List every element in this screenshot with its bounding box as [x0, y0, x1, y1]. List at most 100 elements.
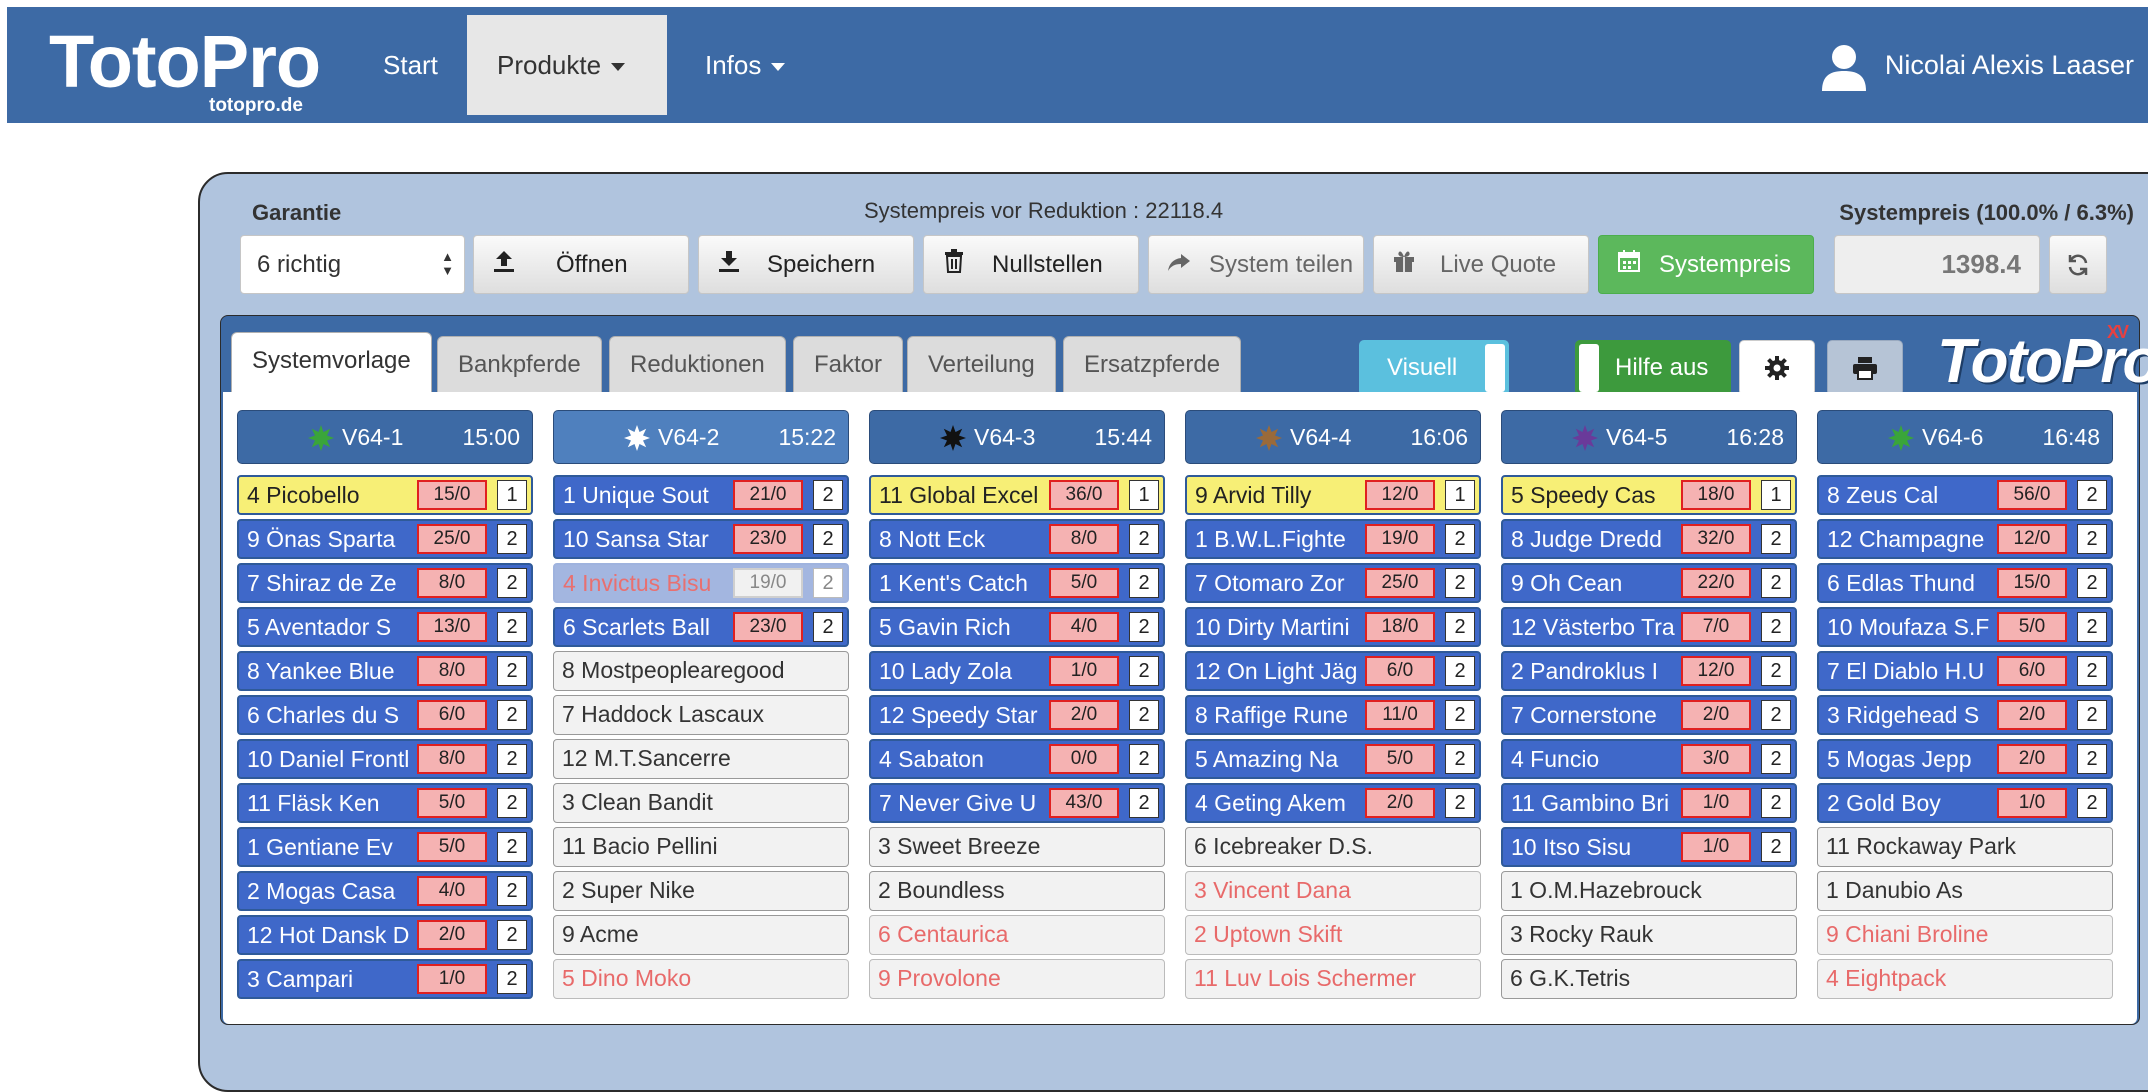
horse-odds[interactable]: 12/0	[1681, 656, 1751, 686]
horse-row[interactable]: 5 Mogas Jepp 2/0 2	[1817, 739, 2113, 779]
horse-row[interactable]: 8 Raffige Rune 11/0 2	[1185, 695, 1481, 735]
horse-pick[interactable]: 2	[813, 612, 843, 642]
garantie-select[interactable]: 6 richtig ▲ ▼	[240, 235, 465, 294]
nav-start[interactable]: Start	[353, 15, 468, 115]
horse-odds[interactable]: 0/0	[1049, 744, 1119, 774]
horse-odds[interactable]: 22/0	[1681, 568, 1751, 598]
horse-row[interactable]: 9 Oh Cean 22/0 2	[1501, 563, 1797, 603]
horse-pick[interactable]: 1	[1761, 480, 1791, 510]
horse-row[interactable]: 4 Sabaton 0/0 2	[869, 739, 1165, 779]
horse-pick[interactable]: 2	[1761, 612, 1791, 642]
horse-pick[interactable]: 2	[2077, 788, 2107, 818]
horse-odds[interactable]: 36/0	[1049, 480, 1119, 510]
horse-pick[interactable]: 2	[497, 832, 527, 862]
horse-odds[interactable]: 2/0	[1997, 700, 2067, 730]
horse-pick[interactable]: 2	[497, 524, 527, 554]
horse-row[interactable]: 9 Chiani Broline	[1817, 915, 2113, 955]
nav-produkte[interactable]: Produkte	[467, 15, 667, 115]
hilfe-toggle[interactable]: Hilfe aus	[1575, 340, 1731, 396]
horse-row[interactable]: 3 Clean Bandit	[553, 783, 849, 823]
horse-row[interactable]: 4 Invictus Bisu 19/0 2	[553, 563, 849, 603]
horse-row[interactable]: 12 Västerbo Tra 7/0 2	[1501, 607, 1797, 647]
horse-pick[interactable]: 2	[1129, 524, 1159, 554]
horse-odds[interactable]: 1/0	[1997, 788, 2067, 818]
horse-pick[interactable]: 2	[813, 480, 843, 510]
horse-odds[interactable]: 5/0	[1365, 744, 1435, 774]
horse-pick[interactable]: 2	[497, 964, 527, 994]
horse-row[interactable]: 8 Mostpeoplearegood	[553, 651, 849, 691]
horse-pick[interactable]: 2	[1445, 788, 1475, 818]
horse-row[interactable]: 10 Moufaza S.F 5/0 2	[1817, 607, 2113, 647]
horse-pick[interactable]: 2	[1761, 832, 1791, 862]
horse-odds[interactable]: 19/0	[1365, 524, 1435, 554]
horse-pick[interactable]: 2	[497, 568, 527, 598]
open-button[interactable]: Öffnen	[473, 235, 689, 294]
horse-row[interactable]: 5 Aventador S 13/0 2	[237, 607, 533, 647]
horse-row[interactable]: 1 Gentiane Ev 5/0 2	[237, 827, 533, 867]
horse-odds[interactable]: 8/0	[417, 744, 487, 774]
horse-odds[interactable]: 25/0	[1365, 568, 1435, 598]
horse-odds[interactable]: 3/0	[1681, 744, 1751, 774]
horse-row[interactable]: 3 Ridgehead S 2/0 2	[1817, 695, 2113, 735]
user-menu[interactable]: Nicolai Alexis Laaser	[1821, 15, 2134, 115]
horse-row[interactable]: 8 Zeus Cal 56/0 2	[1817, 475, 2113, 515]
horse-row[interactable]: 10 Sansa Star 23/0 2	[553, 519, 849, 559]
horse-row[interactable]: 6 Edlas Thund 15/0 2	[1817, 563, 2113, 603]
horse-pick[interactable]: 2	[1129, 788, 1159, 818]
horse-row[interactable]: 5 Dino Moko	[553, 959, 849, 999]
horse-pick[interactable]: 2	[813, 568, 843, 598]
horse-pick[interactable]: 2	[1761, 656, 1791, 686]
tab-bankpferde[interactable]: Bankpferde	[437, 336, 602, 392]
horse-odds[interactable]: 11/0	[1365, 700, 1435, 730]
horse-row[interactable]: 10 Lady Zola 1/0 2	[869, 651, 1165, 691]
horse-row[interactable]: 6 Charles du S 6/0 2	[237, 695, 533, 735]
horse-row[interactable]: 2 Pandroklus I 12/0 2	[1501, 651, 1797, 691]
tab-systemvorlage[interactable]: Systemvorlage	[231, 332, 432, 392]
horse-pick[interactable]: 2	[497, 876, 527, 906]
horse-row[interactable]: 5 Gavin Rich 4/0 2	[869, 607, 1165, 647]
horse-row[interactable]: 7 Haddock Lascaux	[553, 695, 849, 735]
tab-ersatzpferde[interactable]: Ersatzpferde	[1063, 336, 1242, 392]
horse-odds[interactable]: 21/0	[733, 480, 803, 510]
horse-odds[interactable]: 2/0	[1681, 700, 1751, 730]
horse-pick[interactable]: 2	[1761, 788, 1791, 818]
horse-odds[interactable]: 23/0	[733, 524, 803, 554]
horse-row[interactable]: 7 El Diablo H.U 6/0 2	[1817, 651, 2113, 691]
horse-pick[interactable]: 1	[1445, 480, 1475, 510]
horse-row[interactable]: 2 Super Nike	[553, 871, 849, 911]
horse-odds[interactable]: 4/0	[417, 876, 487, 906]
horse-row[interactable]: 11 Gambino Bri 1/0 2	[1501, 783, 1797, 823]
horse-odds[interactable]: 12/0	[1365, 480, 1435, 510]
tab-verteilung[interactable]: Verteilung	[907, 336, 1056, 392]
horse-odds[interactable]: 1/0	[1049, 656, 1119, 686]
horse-row[interactable]: 3 Sweet Breeze	[869, 827, 1165, 867]
horse-pick[interactable]: 2	[1761, 700, 1791, 730]
horse-row[interactable]: 11 Fläsk Ken 5/0 2	[237, 783, 533, 823]
horse-odds[interactable]: 19/0	[733, 568, 803, 598]
horse-row[interactable]: 5 Amazing Na 5/0 2	[1185, 739, 1481, 779]
horse-pick[interactable]: 2	[1761, 524, 1791, 554]
horse-odds[interactable]: 2/0	[1049, 700, 1119, 730]
visuell-toggle[interactable]: Visuell	[1359, 340, 1509, 396]
horse-odds[interactable]: 5/0	[417, 788, 487, 818]
horse-odds[interactable]: 15/0	[1997, 568, 2067, 598]
reset-button[interactable]: Nullstellen	[923, 235, 1139, 294]
horse-row[interactable]: 12 On Light Jäg 6/0 2	[1185, 651, 1481, 691]
horse-odds[interactable]: 23/0	[733, 612, 803, 642]
horse-row[interactable]: 10 Dirty Martini 18/0 2	[1185, 607, 1481, 647]
horse-row[interactable]: 8 Nott Eck 8/0 2	[869, 519, 1165, 559]
race-header-4[interactable]: V64-4 16:06	[1185, 410, 1481, 464]
horse-odds[interactable]: 32/0	[1681, 524, 1751, 554]
horse-row[interactable]: 6 Centaurica	[869, 915, 1165, 955]
horse-row[interactable]: 12 Speedy Star 2/0 2	[869, 695, 1165, 735]
horse-odds[interactable]: 7/0	[1681, 612, 1751, 642]
horse-pick[interactable]: 2	[2077, 656, 2107, 686]
horse-row[interactable]: 6 G.K.Tetris	[1501, 959, 1797, 999]
horse-odds[interactable]: 5/0	[417, 832, 487, 862]
settings-button[interactable]	[1739, 340, 1815, 396]
horse-row[interactable]: 8 Judge Dredd 32/0 2	[1501, 519, 1797, 559]
race-header-1[interactable]: V64-1 15:00	[237, 410, 533, 464]
horse-odds[interactable]: 4/0	[1049, 612, 1119, 642]
horse-row[interactable]: 2 Uptown Skift	[1185, 915, 1481, 955]
horse-pick[interactable]: 2	[1445, 568, 1475, 598]
